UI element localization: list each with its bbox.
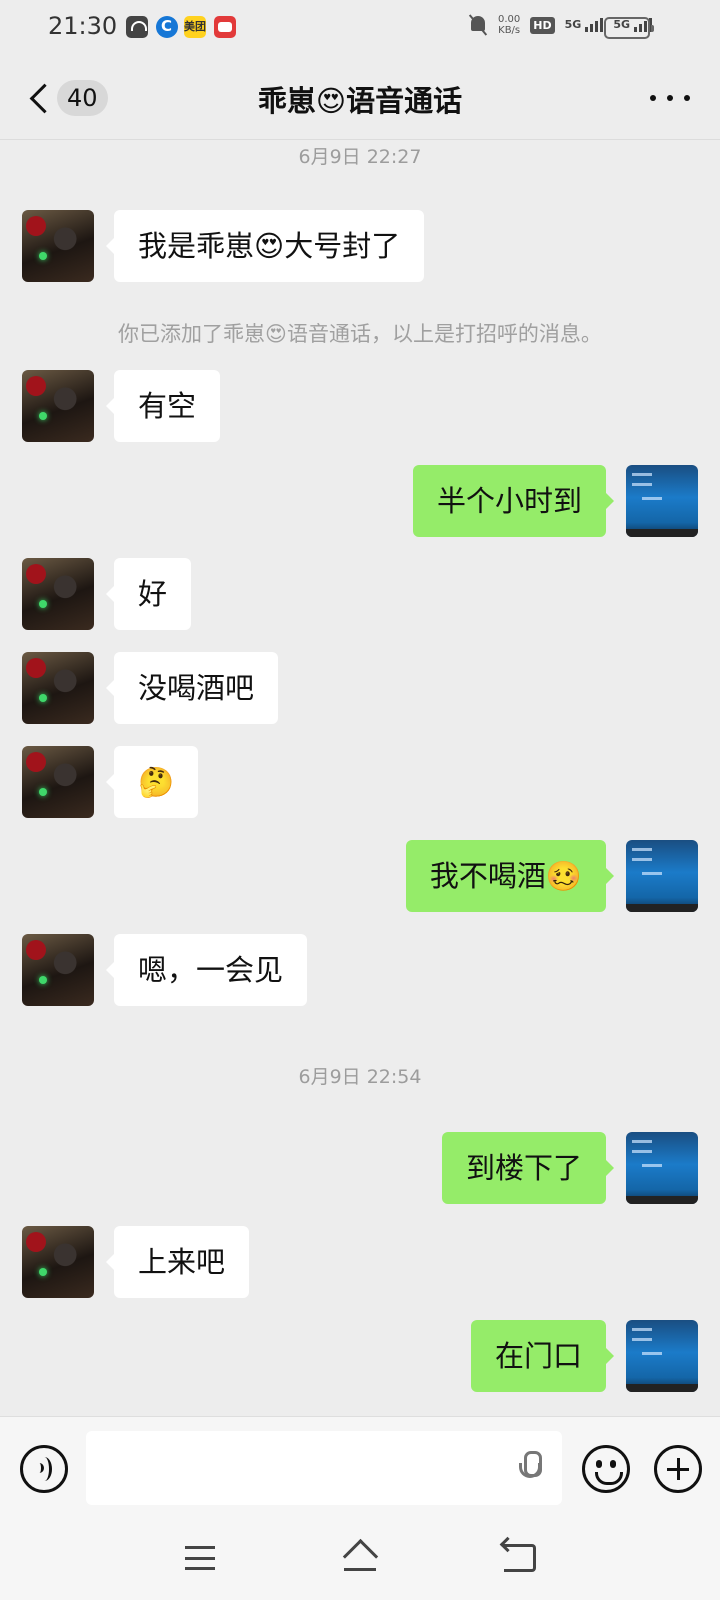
voice-mode-icon[interactable] bbox=[20, 1445, 68, 1493]
more-dots-icon[interactable] bbox=[650, 86, 690, 110]
timestamp: 6月9日 22:54 bbox=[298, 1066, 422, 1088]
my-avatar[interactable] bbox=[626, 1320, 698, 1392]
signal-icon-1: 5G bbox=[565, 18, 604, 32]
back-icon[interactable] bbox=[504, 1544, 536, 1572]
incoming-message-emoji[interactable]: 🤔 bbox=[105, 746, 199, 818]
outgoing-message[interactable]: 在门口 bbox=[470, 1320, 615, 1392]
contact-avatar[interactable] bbox=[22, 746, 94, 818]
message-input[interactable] bbox=[86, 1431, 562, 1505]
system-message: 你已添加了乖崽😍语音通话，以上是打招呼的消息。 bbox=[118, 322, 602, 346]
plus-icon[interactable] bbox=[654, 1445, 702, 1493]
contact-avatar[interactable] bbox=[22, 210, 94, 282]
timestamp: 6月9日 22:27 bbox=[298, 146, 422, 168]
net-speed-value: 0.00 bbox=[498, 14, 521, 25]
outgoing-message[interactable]: 半个小时到 bbox=[412, 465, 615, 537]
signal-label-1: 5G bbox=[564, 18, 582, 31]
home-icon[interactable] bbox=[342, 1542, 378, 1574]
incoming-message[interactable]: 我是乖崽😍大号封了 bbox=[105, 210, 425, 282]
hd-icon: HD bbox=[530, 16, 555, 34]
wifi-share-icon bbox=[126, 16, 148, 38]
emoji-icon[interactable] bbox=[582, 1445, 630, 1493]
app-notification-icon bbox=[156, 16, 178, 38]
net-speed-unit: KB/s bbox=[498, 25, 521, 36]
outgoing-message[interactable]: 我不喝酒🥴 bbox=[405, 840, 615, 912]
incoming-message[interactable]: 有空 bbox=[105, 370, 221, 442]
outgoing-message[interactable]: 到楼下了 bbox=[441, 1132, 615, 1204]
battery-icon bbox=[604, 17, 654, 39]
chat-title: 乖崽😍语音通话 bbox=[257, 84, 463, 118]
incoming-message[interactable]: 上来吧 bbox=[105, 1226, 250, 1298]
menu-icon[interactable] bbox=[185, 1546, 215, 1570]
chat-header: 40 乖崽😍语音通话 bbox=[0, 56, 720, 140]
contact-avatar[interactable] bbox=[22, 652, 94, 724]
my-avatar[interactable] bbox=[626, 840, 698, 912]
input-bar bbox=[0, 1416, 720, 1520]
contact-avatar[interactable] bbox=[22, 370, 94, 442]
net-speed: 0.00 KB/s bbox=[498, 14, 520, 36]
contact-avatar[interactable] bbox=[22, 558, 94, 630]
my-avatar[interactable] bbox=[626, 465, 698, 537]
system-nav-bar bbox=[0, 1520, 720, 1600]
incoming-message[interactable]: 嗯，一会见 bbox=[105, 934, 308, 1006]
incoming-message[interactable]: 好 bbox=[105, 558, 192, 630]
incoming-message[interactable]: 没喝酒吧 bbox=[105, 652, 279, 724]
status-time: 21:30 bbox=[48, 12, 118, 40]
contact-avatar[interactable] bbox=[22, 934, 94, 1006]
meituan-icon: 美团 bbox=[184, 16, 206, 38]
status-bar: 21:30 美团 0.00 KB/s HD 5G 5G bbox=[0, 0, 720, 56]
my-avatar[interactable] bbox=[626, 1132, 698, 1204]
mute-bell-icon bbox=[468, 14, 488, 36]
microphone-icon[interactable] bbox=[518, 1451, 542, 1485]
app-notification-icon-2 bbox=[214, 16, 236, 38]
contact-avatar[interactable] bbox=[22, 1226, 94, 1298]
